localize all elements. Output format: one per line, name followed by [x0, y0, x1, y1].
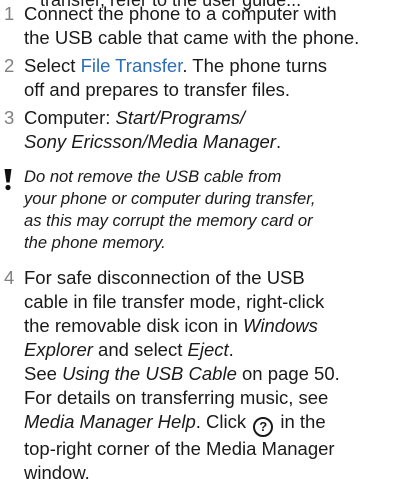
step-3-line-2: Sony Ericsson/Media Manager.: [24, 130, 394, 154]
warning-icon: [1, 168, 15, 194]
step-number: 1: [4, 3, 15, 24]
cross-reference: Using the USB Cable: [62, 363, 237, 384]
text-span: the removable disk icon in: [24, 315, 244, 336]
text-span: in the: [275, 411, 326, 432]
text-span: .: [275, 131, 282, 152]
step-2-line-2: off and prepares to transfer files.: [24, 79, 291, 100]
step-3-line-1: Computer: Start/Programs/: [24, 106, 394, 130]
step-4-line-1: For safe disconnection of the USB: [24, 267, 305, 288]
note-line-1: Do not remove the USB cable from: [24, 167, 282, 186]
app-name: Explorer: [24, 339, 93, 360]
step-text: Computer: Start/Programs/ Sony Ericsson/…: [24, 106, 394, 154]
text-span: on page 50.: [236, 363, 340, 384]
step-4-line-9: window.: [24, 462, 90, 483]
step-4-line-6: For details on transferring music, see: [24, 387, 329, 408]
step-number: 2: [4, 55, 15, 76]
step-number: 3: [4, 107, 15, 128]
text-span: Computer:: [24, 107, 116, 128]
menu-path: Start/Programs/: [115, 107, 246, 128]
text-span: . Click: [195, 411, 252, 432]
file-transfer-menu-term: File Transfer: [80, 55, 183, 76]
help-reference: Media Manager Help: [24, 411, 196, 432]
step-4-line-3: the removable disk icon in Windows: [24, 314, 394, 338]
step-4-line-5: See Using the USB Cable on page 50.: [24, 362, 394, 386]
text-span: . The phone turns: [182, 55, 328, 76]
step-4-line-4: Explorer and select Eject.: [24, 338, 394, 362]
text-span: .: [228, 339, 234, 360]
step-4-line-8: top-right corner of the Media Manager: [24, 438, 335, 459]
step-text: For safe disconnection of the USB cable …: [24, 266, 394, 485]
menu-term: Eject: [187, 339, 229, 360]
help-icon: ?: [253, 417, 274, 437]
note-line-3: as this may corrupt the memory card or: [24, 211, 313, 230]
app-name: Windows: [243, 315, 318, 336]
step-1-line-2: the USB cable that came with the phone.: [24, 27, 360, 48]
step-number: 4: [4, 267, 15, 288]
step-text: Connect the phone to a computer with the…: [24, 2, 394, 50]
text-span: See: [24, 363, 63, 384]
menu-path: Sony Ericsson/Media Manager: [24, 131, 276, 152]
step-text: Select File Transfer. The phone turns of…: [24, 54, 394, 102]
step-4-line-7: Media Manager Help. Click ? in the: [24, 410, 394, 437]
text-span: and select: [92, 339, 188, 360]
step-4-line-2: cable in file transfer mode, right-click: [24, 291, 325, 312]
step-1-line-1: Connect the phone to a computer with: [24, 3, 337, 24]
manual-page: transfer, refer to the user guide... 1 C…: [0, 0, 396, 485]
note-line-4: the phone memory.: [24, 233, 166, 252]
warning-text: Do not remove the USB cable from your ph…: [24, 166, 315, 254]
text-span: Select: [24, 55, 81, 76]
note-line-2: your phone or computer during transfer,: [24, 189, 316, 208]
step-2-line-1: Select File Transfer. The phone turns: [24, 54, 394, 78]
